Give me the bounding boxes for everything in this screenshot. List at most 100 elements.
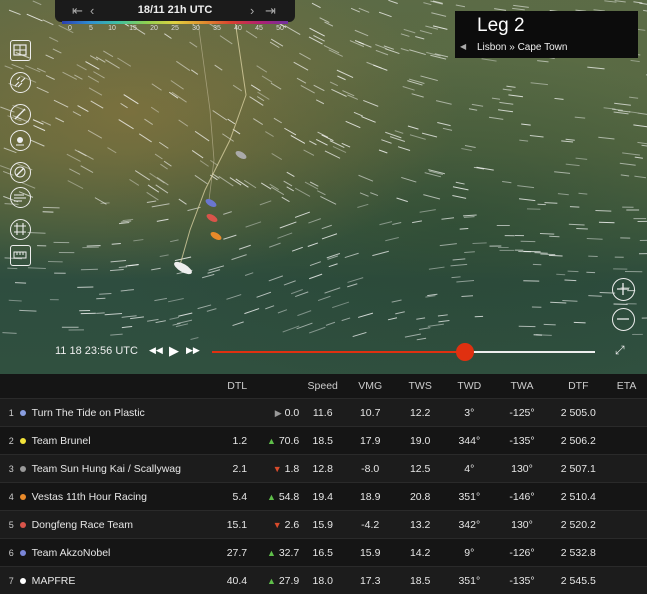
team-name: Vestas 11th Hour Racing <box>31 483 199 511</box>
tws: 20.8 <box>395 483 445 511</box>
tws: 13.2 <box>395 511 445 539</box>
dtl: 27.7 <box>199 539 249 567</box>
play-icon[interactable]: ▶ <box>169 343 179 359</box>
twd: 351° <box>445 483 493 511</box>
compass-icon[interactable] <box>10 162 31 183</box>
boat-marker-akzonobel <box>204 197 217 208</box>
leaderboard-row[interactable]: 3Team Sun Hung Kai / Scallywag2.1▼ 1.812… <box>0 455 647 483</box>
leg-panel[interactable]: Leg 2 ◀ Lisbon » Cape Town <box>455 11 638 58</box>
col-vmg[interactable]: VMG <box>345 374 395 399</box>
eta <box>606 539 647 567</box>
dtf: 2 510.4 <box>551 483 607 511</box>
trend-up-icon: ▲ <box>267 548 276 558</box>
wind-speed-scale: 05101520253035404550 <box>62 21 288 35</box>
wind-arrows-icon[interactable] <box>10 187 31 208</box>
vmg: 18.9 <box>345 483 395 511</box>
wind-scale-tick: 0 <box>68 25 72 32</box>
eta <box>606 427 647 455</box>
rank: 5 <box>0 511 16 539</box>
dtl: 1.2 <box>199 427 249 455</box>
boat-marker-vestas <box>209 230 222 241</box>
dtf: 2 505.0 <box>551 399 607 427</box>
course-icon[interactable] <box>10 104 31 125</box>
fast-forward-icon[interactable]: ▶▶ <box>186 345 200 356</box>
team-color-dot <box>20 522 26 528</box>
team-color-dot <box>20 466 26 472</box>
speed: 16.5 <box>300 539 345 567</box>
leaderboard-row[interactable]: 7MAPFRE40.4▲ 27.918.017.318.5351°-135°2 … <box>0 567 647 594</box>
boat-icon[interactable] <box>10 130 31 151</box>
twa: -126° <box>493 539 550 567</box>
eta <box>606 399 647 427</box>
team-color-dot <box>20 550 26 556</box>
wind-scale-tick: 5 <box>89 25 93 32</box>
dtf: 2 532.8 <box>551 539 607 567</box>
wind-particles-icon[interactable] <box>10 72 31 93</box>
ruler-icon[interactable] <box>10 245 31 266</box>
vmg: 17.3 <box>345 567 395 594</box>
dtl-change: 2.6 <box>285 519 300 531</box>
playback-track[interactable] <box>212 351 595 353</box>
race-map[interactable]: ⇤ ‹ 18/11 21h UTC › ⇥ 051015202530354045… <box>0 0 647 374</box>
dtl-change: 32.7 <box>279 547 299 559</box>
trend-up-icon: ▲ <box>267 492 276 502</box>
col-dtf[interactable]: DTF <box>551 374 607 399</box>
dtl: 5.4 <box>199 483 249 511</box>
col-dtl[interactable]: DTL <box>199 374 249 399</box>
fullscreen-icon[interactable]: ⤢ <box>615 343 625 358</box>
team-name: Team AkzoNobel <box>31 539 199 567</box>
boat-marker-dongfeng <box>205 212 218 223</box>
grid-icon[interactable] <box>10 219 31 240</box>
rank: 4 <box>0 483 16 511</box>
rewind-icon[interactable]: ◀◀ <box>149 345 163 356</box>
col-tws[interactable]: TWS <box>395 374 445 399</box>
team-name: Turn The Tide on Plastic <box>31 399 199 427</box>
speed: 11.6 <box>300 399 345 427</box>
eta <box>606 567 647 594</box>
dtl-change: 0.0 <box>285 407 300 419</box>
dtf: 2 506.2 <box>551 427 607 455</box>
team-color-dot <box>20 438 26 444</box>
wind-scale-tick: 30 <box>192 25 200 32</box>
wind-scale-gradient <box>62 21 288 24</box>
col-speed[interactable]: Speed <box>300 374 345 399</box>
zoom-in-icon[interactable] <box>612 278 635 301</box>
eta <box>606 511 647 539</box>
col-twa[interactable]: TWA <box>493 374 550 399</box>
leaderboard-row[interactable]: 4Vestas 11th Hour Racing5.4▲ 54.819.418.… <box>0 483 647 511</box>
trend-down-icon: ▼ <box>273 464 282 474</box>
twd: 4° <box>445 455 493 483</box>
triangle-left-icon[interactable]: ◀ <box>460 42 466 51</box>
next-frame-icon[interactable]: › <box>250 3 254 18</box>
rank: 3 <box>0 455 16 483</box>
vmg: -8.0 <box>345 455 395 483</box>
twd: 3° <box>445 399 493 427</box>
wind-scale-tick: 15 <box>129 25 137 32</box>
leaderboard-header: DTL Speed VMG TWS TWD TWA DTF ETA <box>0 374 647 399</box>
zoom-out-icon[interactable] <box>612 308 635 331</box>
leaderboard-row[interactable]: 6Team AkzoNobel27.7▲ 32.716.515.914.29°-… <box>0 539 647 567</box>
col-twd[interactable]: TWD <box>445 374 493 399</box>
tws: 14.2 <box>395 539 445 567</box>
last-frame-icon[interactable]: ⇥ <box>265 3 276 19</box>
leaderboard-row[interactable]: 1Turn The Tide on Plastic▶ 0.011.610.712… <box>0 399 647 427</box>
twa: -125° <box>493 399 550 427</box>
wind-scale-tick: 35 <box>213 25 221 32</box>
map-layers-icon[interactable] <box>10 40 31 61</box>
leg-route: Lisbon » Cape Town <box>477 42 567 53</box>
leaderboard-row[interactable]: 5Dongfeng Race Team15.1▼ 2.615.9-4.213.2… <box>0 511 647 539</box>
team-name: MAPFRE <box>31 567 199 594</box>
col-eta[interactable]: ETA <box>606 374 647 399</box>
tws: 12.5 <box>395 455 445 483</box>
wind-scale-tick: 25 <box>171 25 179 32</box>
leaderboard-row[interactable]: 2Team Brunel1.2▲ 70.618.517.919.0344°-13… <box>0 427 647 455</box>
playback-handle[interactable] <box>456 343 474 361</box>
wind-scale-tick: 40 <box>234 25 242 32</box>
team-name: Team Sun Hung Kai / Scallywag <box>31 455 199 483</box>
playback-bar: 11 18 23:56 UTC ◀◀ ▶ ▶▶ ⤢ <box>55 343 635 361</box>
track-line <box>180 0 246 265</box>
vmg: 10.7 <box>345 399 395 427</box>
team-color-dot <box>20 578 26 584</box>
trend-down-icon: ▼ <box>273 520 282 530</box>
speed: 12.8 <box>300 455 345 483</box>
